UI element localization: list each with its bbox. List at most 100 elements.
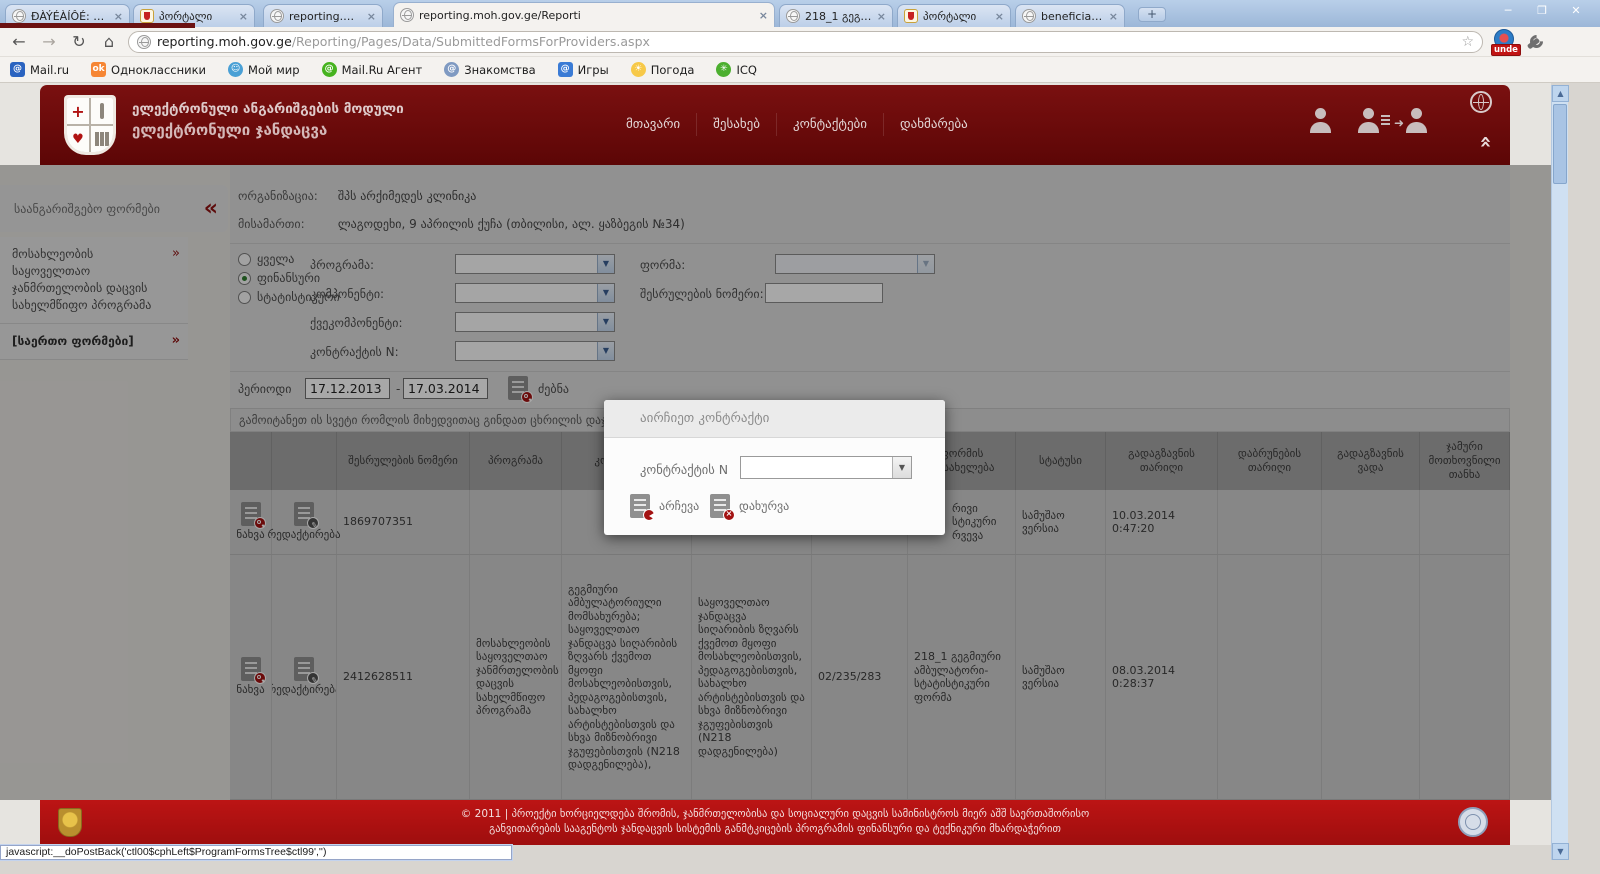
dropdown-arrow-icon[interactable]: ▼ <box>892 457 911 478</box>
settings-wrench-icon[interactable] <box>1525 33 1543 51</box>
close-doc-icon: × <box>710 494 730 518</box>
user-profile-icon[interactable] <box>1308 107 1334 133</box>
bookmark-favicon-icon: @ <box>558 62 573 77</box>
scrollbar-thumb[interactable] <box>1553 104 1567 184</box>
select-contract-modal: აირჩიეთ კონტრაქტი კონტრაქტის N ▼ არჩევა … <box>604 400 945 535</box>
bookmark-favicon-icon: ☺ <box>228 62 243 77</box>
browser-toolbar: ← → ↻ ⌂ reporting.moh.gov.ge/Reporting/P… <box>0 27 1600 57</box>
bookmark-item[interactable]: ☀ Погода <box>631 62 695 77</box>
bookmark-item[interactable]: @Знакомства <box>444 62 535 77</box>
page-scrollbar[interactable]: ▲ ▼ <box>1551 85 1568 860</box>
tab-title: 218_1 გეგმიური ამბულატორი <box>805 10 872 23</box>
logo-heart-icon: ♥ <box>67 126 89 152</box>
extension-icon[interactable]: unde <box>1491 29 1517 55</box>
tab-close-icon[interactable]: × <box>995 10 1004 23</box>
bookmark-favicon-icon: @ <box>444 62 459 77</box>
tab-title: reporting.moh.gov.ge/Reporti <box>289 10 362 23</box>
bookmark-favicon-icon: @ <box>10 62 25 77</box>
crest-favicon-icon <box>904 9 918 23</box>
scroll-up-icon[interactable]: ▲ <box>1552 85 1569 102</box>
globe-favicon-icon <box>400 8 414 22</box>
tab-title: reporting.moh.gov.ge/Reporti <box>419 9 754 22</box>
bookmark-item[interactable]: @ Mail.ru <box>10 62 69 77</box>
modal-close-button[interactable]: × დახურვა <box>710 494 789 518</box>
page-globe-icon <box>137 35 151 49</box>
footer-line1: © 2011 | პროექტი ხორციელდება შრომის, ჯან… <box>40 807 1510 822</box>
forward-icon[interactable]: → <box>38 32 60 51</box>
url-text: reporting.moh.gov.ge/Reporting/Pages/Dat… <box>157 34 650 49</box>
bookmark-item[interactable]: ✳ICQ <box>716 62 756 77</box>
bookmarks-bar: @ Mail.ru ok Одноклассники ☺ Мой мир @ Mail.Ru … <box>0 57 1600 83</box>
site-nav-item[interactable]: კონტაქტები <box>777 113 884 136</box>
tab-close-icon[interactable]: × <box>239 10 248 23</box>
tab-title: პორტალი <box>159 10 234 23</box>
language-globe-icon[interactable] <box>1470 91 1492 113</box>
modal-select-button[interactable]: არჩევა <box>630 494 699 518</box>
modal-contract-label: კონტრაქტის N <box>640 462 728 477</box>
bookmark-item[interactable]: ok Одноклассники <box>91 62 206 77</box>
minimize-button[interactable]: ─ <box>1496 3 1520 19</box>
bookmark-label: Мой мир <box>248 63 300 77</box>
browser-tab[interactable]: reporting.moh.gov.ge/Reporti × <box>263 4 383 27</box>
user-list-icon[interactable] <box>1356 107 1382 133</box>
site-footer: © 2011 | პროექტი ხორციელდება შრომის, ჯან… <box>40 800 1510 845</box>
tab-close-icon[interactable]: × <box>114 10 123 23</box>
collapse-header-icon[interactable]: « <box>1475 136 1499 147</box>
new-tab-button[interactable]: + <box>1138 7 1166 22</box>
logo-column-icon <box>91 126 113 152</box>
bookmark-favicon-icon: ok <box>91 62 106 77</box>
back-icon[interactable]: ← <box>8 32 30 51</box>
browser-tab[interactable]: პორტალი × <box>897 4 1011 27</box>
site-title-line1: ელექტრონული ანგარიშგების მოდული <box>132 101 404 117</box>
crest-favicon-icon <box>140 9 154 23</box>
georgia-emblem-icon <box>58 808 82 837</box>
tab-close-icon[interactable]: × <box>759 9 768 22</box>
bookmark-favicon-icon: ☀ <box>631 62 646 77</box>
modal-close-label: დახურვა <box>739 499 789 513</box>
site-nav: მთავარიშესახებკონტაქტებიდახმარება <box>610 113 984 136</box>
theme-strip <box>0 23 195 28</box>
window-controls: ─ ❐ ✕ <box>1496 3 1588 19</box>
ministry-logo: + ♥ <box>64 95 116 155</box>
home-icon[interactable]: ⌂ <box>98 32 120 51</box>
tab-strip: ÐÀÝÉÀÍÔÉ: ÀÂÀÌÄÃÌÂÀ ÁÀÓÓ×პორტალი×reporti… <box>0 0 1600 27</box>
tab-title: beneficiary.moh.gov.ge/Page <box>1041 10 1104 23</box>
status-bar-link-preview: javascript:__doPostBack('ctl00$cphLeft$P… <box>0 845 512 860</box>
bookmark-item[interactable]: ☺ Мой мир <box>228 62 300 77</box>
browser-window: ÐÀÝÉÀÍÔÉ: ÀÂÀÌÄÃÌÂÀ ÁÀÓÓ×პორტალი×reporti… <box>0 0 1600 874</box>
extension-badge: unde <box>1491 44 1521 56</box>
bookmark-favicon-icon: ✳ <box>716 62 731 77</box>
browser-tab[interactable]: beneficiary.moh.gov.ge/Page × <box>1015 4 1125 27</box>
bookmark-label: Одноклассники <box>111 63 206 77</box>
modal-select-label: არჩევა <box>659 499 699 513</box>
bookmark-item[interactable]: @Игры <box>558 62 609 77</box>
browser-tab[interactable]: 218_1 გეგმიური ამბულატორი × <box>779 4 893 27</box>
tab-title: პორტალი <box>923 10 990 23</box>
globe-favicon-icon <box>270 9 284 23</box>
site-nav-item[interactable]: მთავარი <box>610 113 697 136</box>
footer-line2: განვითარების სააგენტოს ჯანდაცვის სისტემი… <box>40 822 1510 837</box>
tab-close-icon[interactable]: × <box>877 10 886 23</box>
scroll-down-icon[interactable]: ▼ <box>1552 843 1569 860</box>
footer-text: © 2011 | პროექტი ხორციელდება შრომის, ჯან… <box>40 800 1510 837</box>
address-bar[interactable]: reporting.moh.gov.ge/Reporting/Pages/Dat… <box>128 31 1483 53</box>
logout-icon[interactable]: ➜ <box>1404 107 1430 133</box>
tab-title: ÐÀÝÉÀÍÔÉ: ÀÂÀÌÄÃÌÂÀ ÁÀÓÓ <box>31 10 109 23</box>
select-doc-icon <box>630 494 650 518</box>
bookmark-label: Mail.ru <box>30 63 69 77</box>
tab-close-icon[interactable]: × <box>367 10 376 23</box>
site-nav-item[interactable]: შესახებ <box>697 113 777 136</box>
site-nav-item[interactable]: დახმარება <box>884 113 984 136</box>
close-button[interactable]: ✕ <box>1564 3 1588 19</box>
bookmark-item[interactable]: @ Mail.Ru Агент <box>322 62 423 77</box>
modal-contract-dropdown[interactable]: ▼ <box>740 456 912 479</box>
browser-tab[interactable]: reporting.moh.gov.ge/Reporti × <box>393 2 775 27</box>
reload-icon[interactable]: ↻ <box>68 32 90 51</box>
tab-close-icon[interactable]: × <box>1109 10 1118 23</box>
bookmark-label: Погода <box>651 63 695 77</box>
bookmark-star-icon[interactable]: ☆ <box>1461 34 1474 50</box>
restore-button[interactable]: ❐ <box>1530 3 1554 19</box>
globe-favicon-icon <box>12 9 26 23</box>
bookmark-label: Mail.Ru Агент <box>342 63 423 77</box>
bookmark-favicon-icon: @ <box>322 62 337 77</box>
